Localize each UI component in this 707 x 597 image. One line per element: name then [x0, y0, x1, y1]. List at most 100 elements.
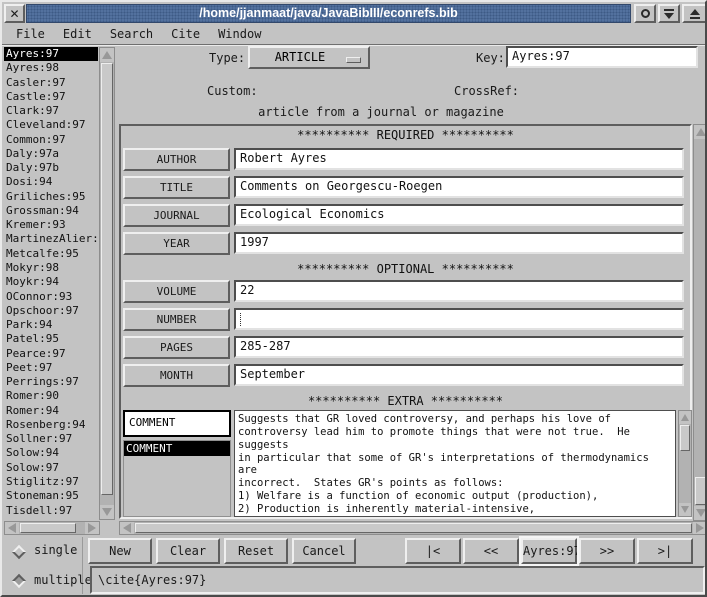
- list-item[interactable]: Perrings:97: [4, 375, 98, 389]
- year-field-label[interactable]: YEAR: [123, 232, 230, 255]
- list-item[interactable]: Moykr:94: [4, 275, 98, 289]
- scrollbar-thumb[interactable]: [135, 523, 692, 533]
- multiple-mode-radio[interactable]: [12, 574, 26, 588]
- list-item[interactable]: Peet:97: [4, 361, 98, 375]
- entry-type-dropdown[interactable]: ARTICLE: [248, 46, 370, 69]
- volume-input[interactable]: 22: [234, 280, 684, 302]
- title-input[interactable]: Comments on Georgescu-Roegen: [234, 176, 684, 198]
- list-item[interactable]: Grossman:94: [4, 204, 98, 218]
- list-item[interactable]: Castle:97: [4, 90, 98, 104]
- journal-field-label[interactable]: JOURNAL: [123, 204, 230, 227]
- list-item[interactable]: Solow:94: [4, 446, 98, 460]
- menu-edit[interactable]: Edit: [63, 27, 92, 41]
- comment-textarea[interactable]: Suggests that GR loved controversy, and …: [234, 410, 676, 517]
- scroll-left-arrow[interactable]: [5, 522, 19, 534]
- scroll-down-arrow[interactable]: [694, 506, 707, 520]
- month-field-label[interactable]: MONTH: [123, 364, 230, 387]
- scrollbar-thumb[interactable]: [101, 63, 113, 495]
- cite-command-field[interactable]: \cite{Ayres:97}: [90, 566, 705, 594]
- nav-next-button[interactable]: >>: [579, 538, 635, 564]
- list-item[interactable]: Sollner:97: [4, 432, 98, 446]
- author-field-label[interactable]: AUTHOR: [123, 148, 230, 171]
- cancel-button[interactable]: Cancel: [292, 538, 356, 564]
- scroll-left-arrow[interactable]: [120, 522, 134, 534]
- year-input[interactable]: 1997: [234, 232, 684, 254]
- scrollbar-thumb[interactable]: [695, 477, 706, 505]
- list-item[interactable]: Daly:97b: [4, 161, 98, 175]
- list-item[interactable]: Ayres:98: [4, 61, 98, 75]
- window-lower-button[interactable]: [658, 4, 680, 23]
- list-item[interactable]: Casler:97: [4, 76, 98, 90]
- scroll-right-arrow[interactable]: [693, 522, 707, 534]
- menu-window[interactable]: Window: [218, 27, 261, 41]
- menu-file[interactable]: File: [16, 27, 45, 41]
- nav-first-button[interactable]: |<: [405, 538, 461, 564]
- crossref-label: CrossRef:: [454, 84, 519, 98]
- reset-button[interactable]: Reset: [224, 538, 288, 564]
- list-item[interactable]: Opschoor:97: [4, 304, 98, 318]
- scroll-down-arrow[interactable]: [679, 503, 691, 516]
- list-item[interactable]: Park:94: [4, 318, 98, 332]
- pages-field-label[interactable]: PAGES: [123, 336, 230, 359]
- menubar: File Edit Search Cite Window: [4, 23, 707, 45]
- scrollbar-thumb[interactable]: [20, 523, 76, 533]
- list-item[interactable]: Romer:94: [4, 404, 98, 418]
- main-vertical-scrollbar[interactable]: [693, 124, 707, 521]
- list-item[interactable]: Daly:97a: [4, 147, 98, 161]
- scroll-down-arrow[interactable]: [100, 505, 114, 519]
- menu-search[interactable]: Search: [110, 27, 153, 41]
- up-triangle-icon: [696, 128, 706, 136]
- sidebar-horizontal-scrollbar[interactable]: [4, 521, 100, 535]
- clear-button[interactable]: Clear: [156, 538, 220, 564]
- nav-current-record[interactable]: Ayres:97: [521, 538, 577, 564]
- author-input[interactable]: Robert Ayres: [234, 148, 684, 170]
- pages-input[interactable]: 285-287: [234, 336, 684, 358]
- main-horizontal-scrollbar[interactable]: [119, 521, 707, 535]
- scroll-up-arrow[interactable]: [694, 125, 707, 139]
- scroll-up-arrow[interactable]: [679, 411, 691, 424]
- titlebar[interactable]: /home/jjanmaat/java/JavaBibIII/econrefs.…: [26, 4, 631, 23]
- list-item[interactable]: COMMENT: [124, 441, 230, 456]
- list-item[interactable]: Mokyr:98: [4, 261, 98, 275]
- new-button[interactable]: New: [88, 538, 152, 564]
- nav-last-button[interactable]: >|: [637, 538, 693, 564]
- list-item[interactable]: Kremer:93: [4, 218, 98, 232]
- list-item[interactable]: Cleveland:97: [4, 118, 98, 132]
- scroll-up-arrow[interactable]: [100, 48, 114, 62]
- list-item[interactable]: Stiglitz:97: [4, 475, 98, 489]
- list-item[interactable]: Common:97: [4, 133, 98, 147]
- list-item[interactable]: Patel:95: [4, 332, 98, 346]
- list-item[interactable]: MartinezAlier:9: [4, 232, 98, 246]
- key-input[interactable]: Ayres:97: [506, 46, 698, 68]
- month-input[interactable]: September: [234, 364, 684, 386]
- journal-input[interactable]: Ecological Economics: [234, 204, 684, 226]
- list-item[interactable]: OConnor:93: [4, 290, 98, 304]
- list-item[interactable]: Stoneman:95: [4, 489, 98, 503]
- list-item[interactable]: Tisdell:97: [4, 504, 98, 518]
- window-close-button[interactable]: ✕: [4, 4, 25, 23]
- number-field-label[interactable]: NUMBER: [123, 308, 230, 331]
- window-maximize-button[interactable]: [682, 4, 707, 23]
- list-item[interactable]: Ayres:97: [4, 47, 98, 61]
- volume-field-label[interactable]: VOLUME: [123, 280, 230, 303]
- list-item[interactable]: Pearce:97: [4, 347, 98, 361]
- list-item[interactable]: Metcalfe:95: [4, 247, 98, 261]
- scroll-right-arrow[interactable]: [85, 522, 99, 534]
- textarea-vertical-scrollbar[interactable]: [678, 410, 692, 517]
- list-item[interactable]: Romer:90: [4, 389, 98, 403]
- extra-field-name-input[interactable]: COMMENT: [123, 410, 231, 437]
- list-item[interactable]: Solow:97: [4, 461, 98, 475]
- list-item[interactable]: Rosenberg:94: [4, 418, 98, 432]
- single-mode-radio[interactable]: [12, 545, 26, 559]
- list-item[interactable]: Griliches:95: [4, 190, 98, 204]
- scrollbar-thumb[interactable]: [680, 425, 690, 451]
- sidebar-vertical-scrollbar[interactable]: [99, 47, 115, 520]
- menu-cite[interactable]: Cite: [171, 27, 200, 41]
- window-iconify-button[interactable]: [634, 4, 656, 23]
- nav-previous-button[interactable]: <<: [463, 538, 519, 564]
- reference-key-list: Ayres:97 Ayres:98 Casler:97 Castle:97 Cl…: [4, 47, 98, 518]
- number-input[interactable]: [234, 308, 684, 330]
- list-item[interactable]: Clark:97: [4, 104, 98, 118]
- title-field-label[interactable]: TITLE: [123, 176, 230, 199]
- list-item[interactable]: Dosi:94: [4, 175, 98, 189]
